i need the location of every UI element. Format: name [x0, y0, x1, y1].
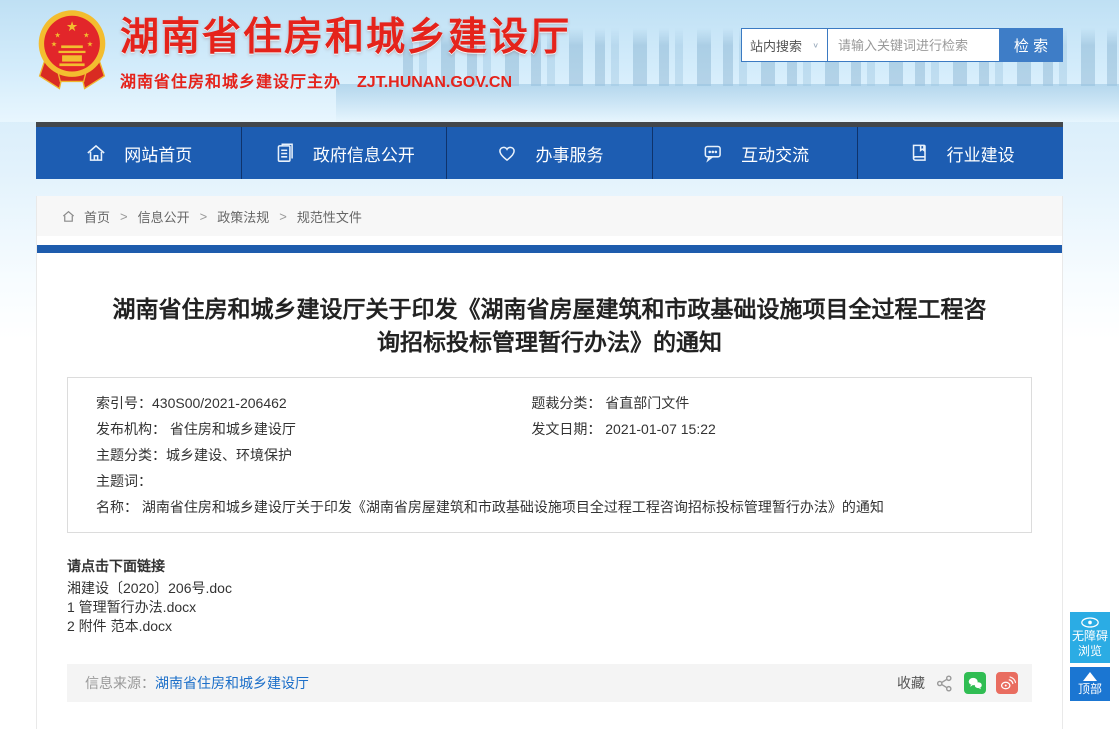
main-navigation: 网站首页 政府信息公开 办事服务 — [36, 122, 1063, 179]
eye-icon — [1072, 617, 1108, 628]
article: 湖南省住房和城乡建设厅关于印发《湖南省房屋建筑和市政基础设施项目全过程工程咨询招… — [37, 293, 1062, 702]
meta-value: 湖南省住房和城乡建设厅关于印发《湖南省房屋建筑和市政基础设施项目全过程工程咨询招… — [142, 499, 884, 515]
svg-text:★: ★ — [66, 19, 78, 34]
meta-label: 主题词： — [96, 473, 152, 489]
site-header: ★ ★ ★ ★ ★ 湖南省住房和城乡建设厅 湖南省住房和城乡建设厅主办 ZJT.H… — [0, 0, 1119, 122]
site-title: 湖南省住房和城乡建设厅 — [120, 6, 571, 62]
nav-item-industry[interactable]: 行业建设 — [857, 127, 1063, 179]
site-subtitle: 湖南省住房和城乡建设厅主办 — [120, 74, 341, 91]
attachments-section: 请点击下面链接 湘建设〔2020〕206号.doc 1 管理暂行办法.docx … — [67, 557, 1032, 636]
meta-row-keywords: 主题词： — [96, 468, 531, 494]
breadcrumb-separator: > — [200, 209, 208, 224]
weibo-icon — [998, 674, 1016, 692]
breadcrumb-item-policy[interactable]: 政策法规 — [217, 207, 269, 226]
source-label: 信息来源： — [85, 675, 155, 691]
back-to-top-button[interactable]: 顶部 — [1070, 667, 1110, 701]
meta-row-index-number: 索引号：430S00/2021-206462 — [96, 390, 531, 416]
floating-buttons: 无障碍 浏览 顶部 — [1070, 612, 1110, 701]
svg-text:★: ★ — [51, 39, 57, 48]
heart-icon — [495, 141, 519, 165]
meta-row-date: 发文日期： 2021-01-07 15:22 — [531, 416, 1003, 442]
meta-box: 索引号：430S00/2021-206462 题裁分类： 省直部门文件 发布机构… — [67, 377, 1032, 533]
breadcrumb-item-info[interactable]: 信息公开 — [138, 207, 190, 226]
search-input[interactable] — [827, 28, 999, 62]
meta-label: 名称： — [96, 499, 142, 515]
source-bar: 信息来源：湖南省住房和城乡建设厅 收藏 — [67, 664, 1032, 702]
meta-row-genre: 题裁分类： 省直部门文件 — [531, 390, 1003, 416]
site-url: ZJT.HUNAN.GOV.CN — [357, 74, 512, 91]
top-label: 顶部 — [1072, 682, 1108, 697]
national-emblem-logo: ★ ★ ★ ★ ★ — [36, 7, 108, 91]
meta-label: 题裁分类： — [531, 395, 605, 411]
meta-cell-empty — [531, 442, 1003, 468]
wechat-icon — [966, 674, 984, 692]
breadcrumb-separator: > — [120, 209, 128, 224]
breadcrumb-separator: > — [279, 209, 287, 224]
home-icon — [84, 141, 108, 165]
meta-row-name: 名称： 湖南省住房和城乡建设厅关于印发《湖南省房屋建筑和市政基础设施项目全过程工… — [96, 494, 1003, 520]
meta-label: 主题分类： — [96, 447, 166, 463]
attachment-link[interactable]: 2 附件 范本.docx — [67, 617, 1032, 636]
site-brand[interactable]: ★ ★ ★ ★ ★ 湖南省住房和城乡建设厅 湖南省住房和城乡建设厅主办 ZJT.H… — [36, 6, 571, 92]
wechat-share-button[interactable] — [964, 672, 986, 694]
search-button[interactable]: 检 索 — [999, 28, 1063, 62]
nav-item-interaction[interactable]: 互动交流 — [652, 127, 858, 179]
breadcrumb-item-normative-docs[interactable]: 规范性文件 — [297, 207, 362, 226]
meta-value: 省住房和城乡建设厅 — [170, 421, 296, 437]
meta-value: 省直部门文件 — [605, 395, 689, 411]
meta-value: 2021-01-07 15:22 — [605, 421, 716, 437]
meta-value: 430S00/2021-206462 — [152, 395, 287, 411]
article-title: 湖南省住房和城乡建设厅关于印发《湖南省房屋建筑和市政基础设施项目全过程工程咨询招… — [105, 293, 994, 359]
meta-label: 索引号： — [96, 395, 152, 411]
meta-label: 发文日期： — [531, 421, 605, 437]
document-icon — [273, 141, 297, 165]
search-scope-label: 站内搜索 — [750, 36, 802, 55]
attachment-link[interactable]: 湘建设〔2020〕206号.doc — [67, 579, 1032, 598]
search-scope-select[interactable]: 站内搜索 ∨ — [741, 28, 827, 62]
nav-item-home[interactable]: 网站首页 — [36, 127, 241, 179]
accessibility-label-line1: 无障碍 — [1072, 629, 1108, 644]
nav-item-label: 政府信息公开 — [313, 141, 415, 166]
arrow-up-icon — [1072, 672, 1108, 681]
weibo-share-button[interactable] — [996, 672, 1018, 694]
nav-item-label: 办事服务 — [535, 141, 603, 166]
nav-item-services[interactable]: 办事服务 — [446, 127, 652, 179]
meta-label: 发布机构： — [96, 421, 170, 437]
svg-text:★: ★ — [83, 30, 89, 39]
svg-text:★: ★ — [87, 39, 93, 48]
chevron-down-icon: ∨ — [812, 41, 819, 50]
meta-cell-empty — [531, 468, 1003, 494]
nav-item-label: 网站首页 — [124, 141, 192, 166]
divider-bar — [37, 245, 1062, 253]
nav-item-info-disclosure[interactable]: 政府信息公开 — [241, 127, 447, 179]
accessibility-label-line2: 浏览 — [1072, 644, 1108, 659]
book-icon — [907, 141, 931, 165]
accessibility-button[interactable]: 无障碍 浏览 — [1070, 612, 1110, 663]
meta-row-agency: 发布机构： 省住房和城乡建设厅 — [96, 416, 531, 442]
breadcrumb: 首页 > 信息公开 > 政策法规 > 规范性文件 — [37, 196, 1062, 236]
share-icon[interactable] — [935, 674, 954, 693]
nav-item-label: 行业建设 — [947, 141, 1015, 166]
nav-item-label: 互动交流 — [741, 141, 809, 166]
attachment-link[interactable]: 1 管理暂行办法.docx — [67, 598, 1032, 617]
attachments-heading: 请点击下面链接 — [67, 557, 1032, 576]
breadcrumb-item-home[interactable]: 首页 — [84, 207, 110, 226]
favorite-button[interactable]: 收藏 — [897, 673, 925, 693]
meta-row-topic: 主题分类：城乡建设、环境保护 — [96, 442, 531, 468]
svg-text:★: ★ — [54, 30, 60, 39]
source-link[interactable]: 湖南省住房和城乡建设厅 — [155, 675, 309, 691]
meta-value: 城乡建设、环境保护 — [166, 447, 292, 463]
content-area: 首页 > 信息公开 > 政策法规 > 规范性文件 湖南省住房和城乡建设厅关于印发… — [36, 196, 1063, 729]
chat-icon — [701, 141, 725, 165]
site-search: 站内搜索 ∨ 检 索 — [741, 28, 1063, 62]
home-icon — [61, 209, 76, 224]
